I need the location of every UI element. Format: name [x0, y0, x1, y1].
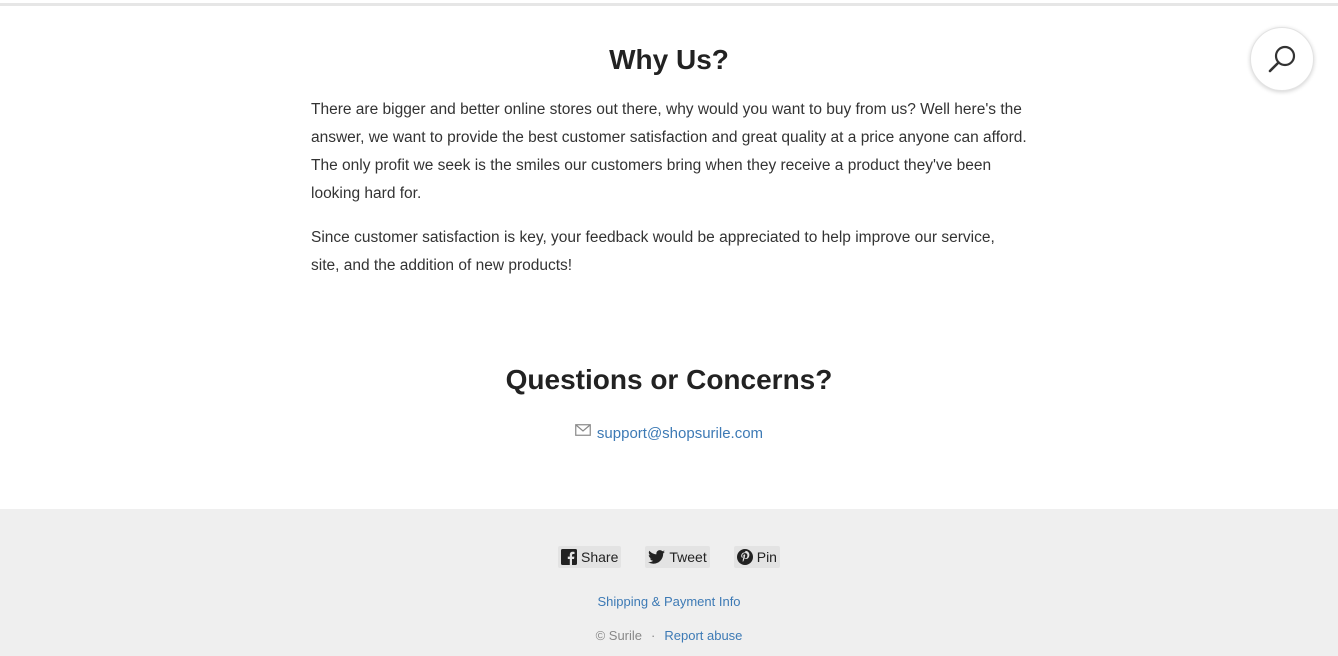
- report-abuse-link[interactable]: Report abuse: [664, 628, 742, 643]
- social-share-row: Share Tweet Pin: [0, 546, 1338, 568]
- pinterest-icon: [736, 549, 753, 565]
- shipping-row: Shipping & Payment Info: [0, 594, 1338, 609]
- separator-dot: ·: [651, 628, 656, 643]
- contact-email-row: support@shopsurile.com: [311, 422, 1027, 446]
- copyright-text: © Surile: [595, 628, 643, 643]
- support-email-link[interactable]: support@shopsurile.com: [597, 425, 763, 442]
- twitter-tweet-button[interactable]: Tweet: [645, 546, 710, 568]
- top-divider: [0, 0, 1338, 6]
- pinterest-pin-button[interactable]: Pin: [733, 546, 780, 568]
- mail-icon: [575, 420, 591, 444]
- why-us-heading: Why Us?: [609, 44, 729, 75]
- search-icon: [1266, 43, 1298, 75]
- search-button[interactable]: [1250, 27, 1314, 91]
- facebook-icon: [561, 549, 578, 565]
- shipping-payment-link[interactable]: Shipping & Payment Info: [597, 594, 740, 609]
- why-us-paragraph-2: Since customer satisfaction is key, your…: [311, 229, 995, 274]
- facebook-share-label: Share: [581, 549, 619, 565]
- footer: Share Tweet Pin Shipping & Payment Info …: [0, 509, 1338, 656]
- copyright-row: © Surile · Report abuse: [0, 628, 1338, 643]
- page: Why Us? There are bigger and better onli…: [0, 0, 1338, 656]
- facebook-share-button[interactable]: Share: [558, 546, 622, 568]
- twitter-tweet-label: Tweet: [669, 549, 707, 565]
- twitter-icon: [648, 550, 666, 564]
- questions-heading: Questions or Concerns?: [505, 364, 833, 395]
- why-us-paragraph-1: There are bigger and better online store…: [311, 101, 1027, 202]
- pinterest-pin-label: Pin: [756, 549, 777, 565]
